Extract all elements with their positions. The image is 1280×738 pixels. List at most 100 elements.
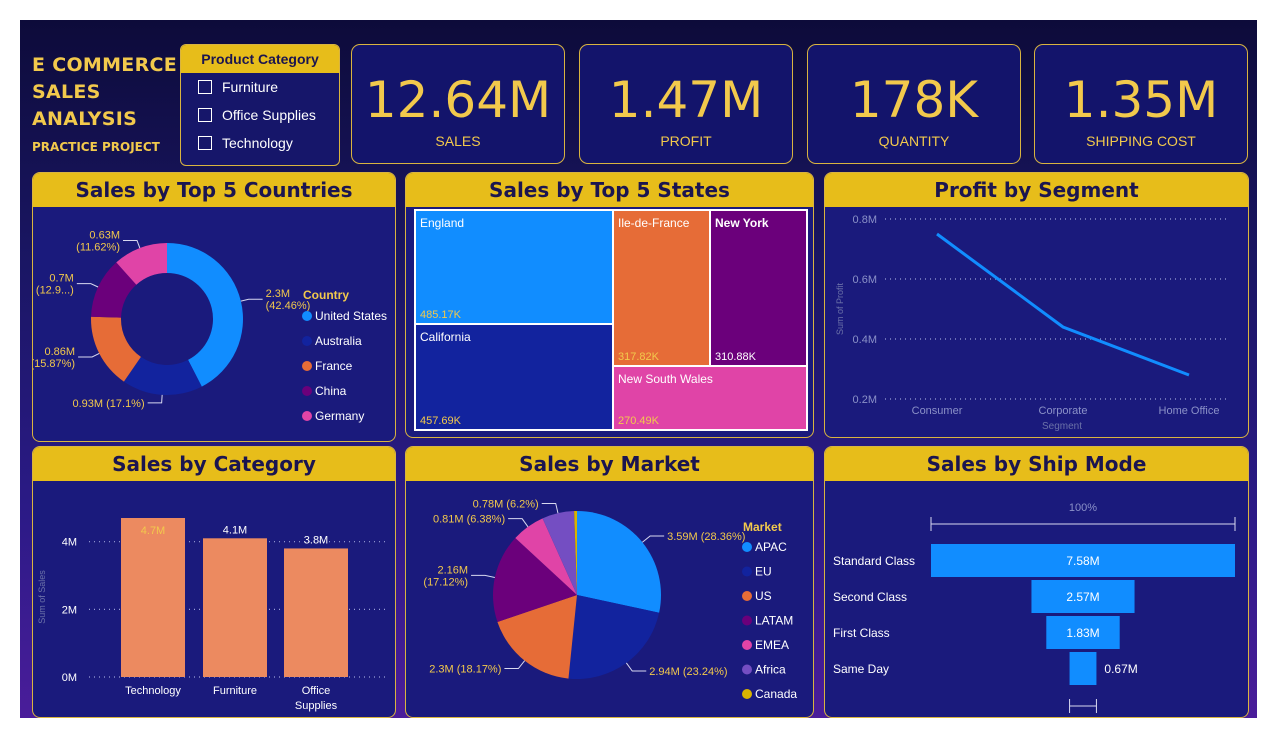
product-category-slicer: Product Category Furniture Office Suppli… (180, 44, 340, 166)
x-axis-title: Segment (1042, 421, 1082, 432)
treemap-tile-new-south-wales[interactable]: New South Wales 270.49K (614, 367, 806, 429)
report-title: E COMMERCE SALES ANALYSIS PRACTICE PROJE… (32, 52, 177, 154)
legend-label: Africa (755, 663, 786, 677)
data-label: 2.3M (266, 288, 290, 300)
treemap-tile-england[interactable]: England 485.17K (416, 211, 612, 323)
y-tick-label: 0.4M (853, 334, 877, 346)
leader-line (625, 662, 647, 672)
tile-name: California (420, 330, 471, 344)
tile-name: New York (715, 216, 769, 230)
treemap-tile-ile-de-france[interactable]: Ile-de-France 317.82K (614, 211, 709, 365)
legend-label: LATAM (755, 614, 793, 628)
checkbox-icon[interactable] (198, 136, 212, 150)
leader-line (541, 502, 559, 514)
tile-value: 485.17K (420, 309, 461, 321)
checkbox-icon[interactable] (198, 108, 212, 122)
leader-line (504, 660, 526, 670)
y-tick-label: 0.2M (853, 394, 877, 406)
tile-name: New South Wales (618, 372, 713, 386)
ship-mode-funnel-chart: 100% Standard Class 7.58M Second Class 2.57M… (833, 502, 1236, 713)
data-label: (42.46%) (266, 300, 311, 312)
slicer-option-office-supplies[interactable]: Office Supplies (181, 101, 339, 129)
leader-line (240, 298, 263, 302)
treemap-tile-california[interactable]: California 457.69K (416, 325, 612, 429)
legend-label: France (315, 359, 353, 373)
countries-donut-chart: 2.3M(42.46%) 0.93M (17.1%) 0.86M(15.87%) 0.… (33, 230, 387, 423)
leader-line (78, 352, 100, 358)
funnel-category-label: Second Class (833, 590, 907, 604)
leader-line (508, 518, 529, 528)
kpi-card-quantity: 178K QUANTITY (807, 44, 1021, 164)
tile-name: England (420, 216, 465, 230)
data-label: (12.9...) (36, 285, 74, 297)
dashboard: E COMMERCE SALES ANALYSIS PRACTICE PROJE… (20, 20, 1257, 718)
kpi-value: 1.35M (1063, 71, 1219, 129)
states-panel: Sales by Top 5 States England 485.17K Ca… (405, 172, 814, 438)
bar (284, 548, 348, 677)
data-label: 7.58M (1066, 554, 1099, 568)
leader-line (471, 574, 495, 578)
legend-title: Market (743, 520, 782, 534)
tile-name: Ile-de-France (618, 216, 690, 230)
legend-marker (742, 615, 752, 626)
tile-value: 317.82K (618, 351, 659, 363)
slicer-title: Product Category (181, 45, 339, 73)
legend-marker (302, 311, 312, 321)
countries-panel: Sales by Top 5 Countries 2.3M (42.46%) 0.9… (32, 172, 396, 442)
series-line (936, 232, 1190, 377)
panel-title: Sales by Market (406, 447, 813, 481)
legend-marker (742, 664, 752, 675)
x-tick-label: Consumer (912, 405, 963, 417)
funnel-category-label: Standard Class (833, 554, 915, 568)
legend-label: US (755, 589, 772, 603)
legend-marker (742, 591, 752, 601)
bar (121, 518, 185, 677)
pie-slice (577, 511, 661, 613)
legend-label: APAC (755, 540, 787, 554)
legend-label: EMEA (755, 638, 789, 652)
funnel-bar (1069, 652, 1097, 685)
legend-label: Australia (315, 334, 362, 348)
panel-title: Sales by Ship Mode (825, 447, 1248, 481)
kpi-label: QUANTITY (878, 133, 950, 149)
legend-label: EU (755, 565, 772, 579)
legend-marker (742, 566, 752, 577)
panel-title: Sales by Top 5 States (406, 173, 813, 207)
tile-value: 457.69K (420, 415, 461, 427)
slicer-option-label: Office Supplies (222, 107, 316, 123)
data-label: (15.87%) (33, 358, 75, 370)
data-label: 0.63M (89, 230, 120, 242)
funnel-category-label: Same Day (833, 662, 889, 676)
profit-segment-line-chart: 0.2M 0.4M 0.6M 0.8M Consumer Corporate Home Of… (835, 214, 1230, 432)
funnel-category-label: First Class (833, 626, 890, 640)
legend-marker (742, 542, 752, 552)
checkbox-icon[interactable] (198, 80, 212, 94)
y-tick-label: 0M (62, 672, 77, 684)
slicer-option-technology[interactable]: Technology (181, 129, 339, 157)
panel-title: Sales by Category (33, 447, 395, 481)
kpi-card-profit: 1.47M PROFIT (579, 44, 793, 164)
treemap-tile-new-york[interactable]: New York 310.88K (711, 211, 806, 365)
bar (203, 538, 267, 677)
kpi-card-sales: 12.64M SALES (351, 44, 565, 164)
legend-label: United States (315, 309, 387, 323)
x-tick-label: Home Office (1159, 405, 1220, 417)
panel-title: Profit by Segment (825, 173, 1248, 207)
report-subtitle: PRACTICE PROJECT (32, 140, 160, 154)
legend-marker (302, 361, 312, 371)
data-label: 3.59M (28.36%) (667, 531, 745, 543)
y-axis-title: Sum of Sales (37, 570, 47, 624)
legend-marker (302, 411, 312, 421)
y-tick-label: 0.6M (853, 274, 877, 286)
kpi-value: 12.64M (364, 71, 552, 129)
kpi-label: SHIPPING COST (1086, 133, 1196, 149)
title-line: SALES (32, 81, 101, 103)
panel-title: Sales by Top 5 Countries (33, 173, 395, 207)
slicer-option-furniture[interactable]: Furniture (181, 73, 339, 101)
title-line: ANALYSIS (32, 108, 138, 130)
y-tick-label: 0.8M (853, 214, 877, 226)
sales-category-bar-chart: 0M 2M 4M 4.7M 4.1M 3.8M Technology Furniture Off… (37, 518, 387, 712)
tile-value: 310.88K (715, 351, 756, 363)
kpi-value: 178K (849, 71, 979, 129)
shipmode-panel: Sales by Ship Mode 100% Standard Class 7.5… (824, 446, 1249, 718)
